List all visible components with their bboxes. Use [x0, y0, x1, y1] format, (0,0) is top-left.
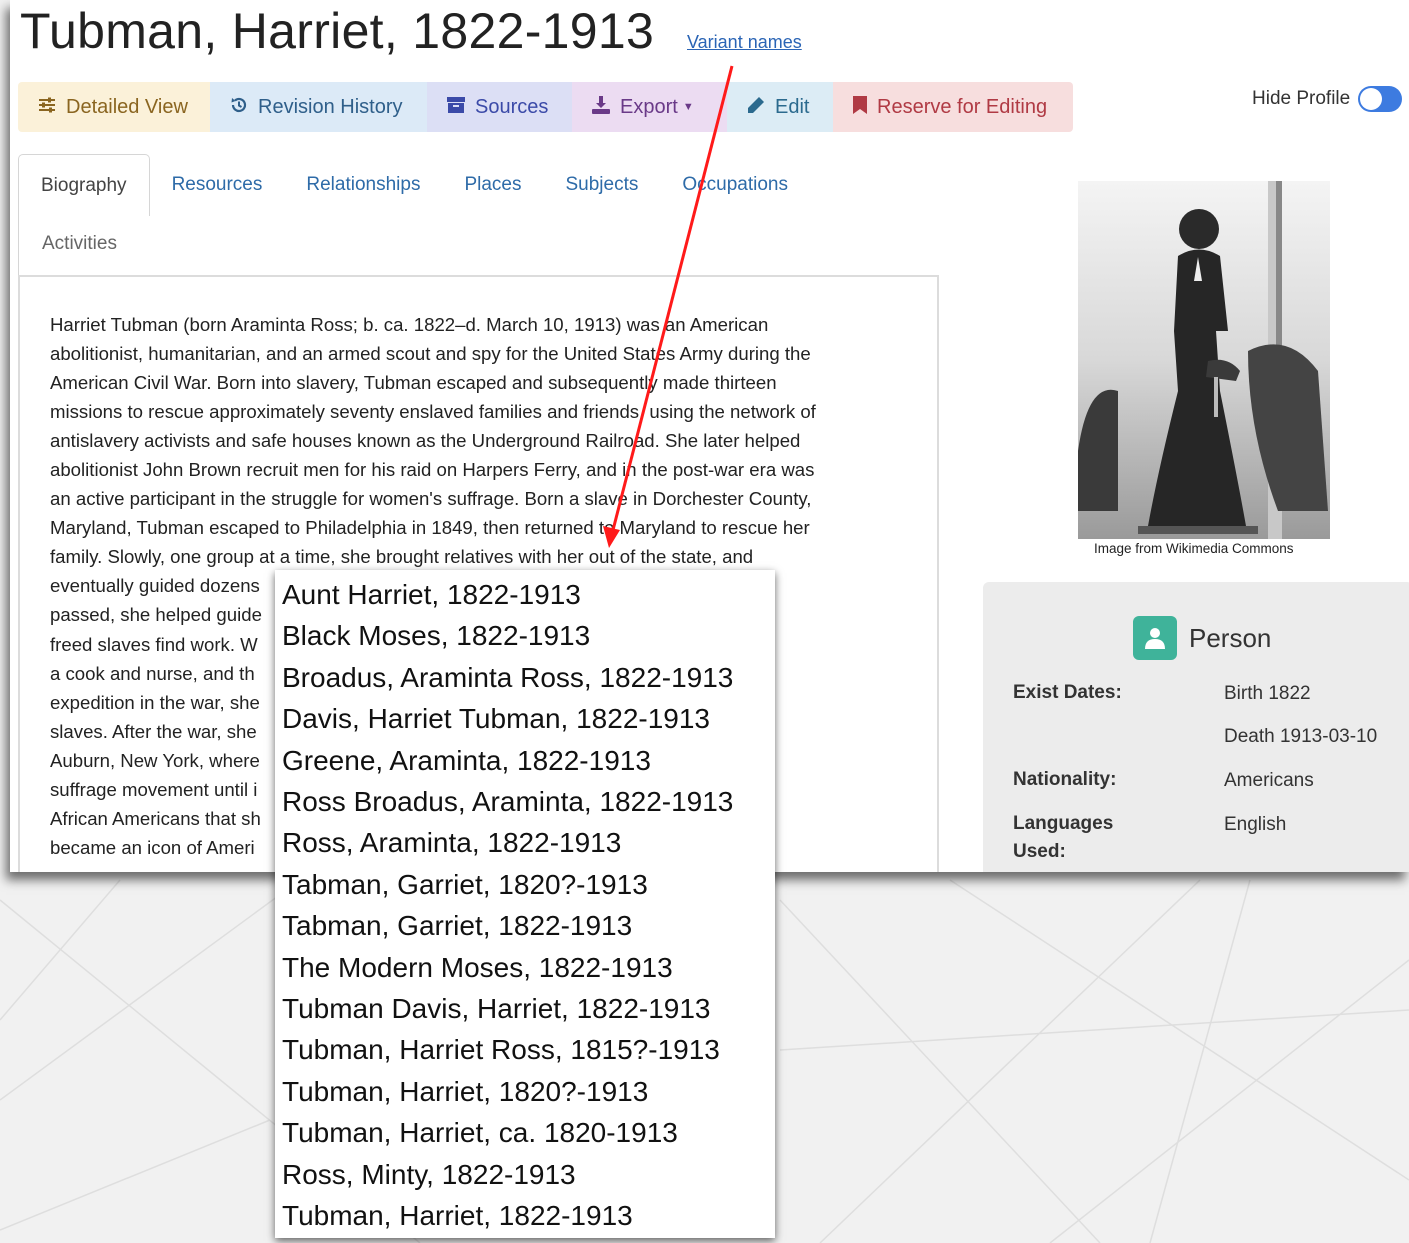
tab-places[interactable]: Places	[442, 154, 543, 216]
tab-biography[interactable]: Biography	[18, 154, 150, 216]
profile-tabs: Biography Resources Relationships Places…	[18, 154, 810, 216]
variant-name-item: Tubman Davis, Harriet, 1822-1913	[282, 993, 711, 1025]
pencil-icon	[747, 96, 765, 119]
languages-label-line2: Used:	[1013, 841, 1066, 862]
hide-profile-toggle[interactable]	[1358, 86, 1403, 112]
birth-date: Birth 1822	[1224, 683, 1311, 704]
languages-label-line1: Languages	[1013, 813, 1114, 834]
variant-name-item: Tubman, Harriet Ross, 1815?-1913	[282, 1034, 720, 1066]
variant-name-item: Tubman, Harriet, 1822-1913	[282, 1200, 633, 1232]
biography-line: abolitionist John Brown recruit men for …	[50, 459, 815, 481]
biography-line: Harriet Tubman (born Araminta Ross; b. c…	[50, 314, 769, 335]
variant-name-item: The Modern Moses, 1822-1913	[282, 951, 673, 983]
variant-name-item: Ross, Araminta, 1822-1913	[282, 827, 622, 859]
variant-name-item: Aunt Harriet, 1822-1913	[282, 579, 581, 610]
tab-resources[interactable]: Resources	[150, 154, 285, 216]
variant-names-popup: Aunt Harriet, 1822-1913 Black Moses, 1822…	[275, 570, 775, 1238]
variant-name-item: Davis, Harriet Tubman, 1822-1913	[282, 703, 710, 735]
variant-name-item: Ross Broadus, Araminta, 1822-1913	[282, 786, 734, 818]
biography-line: Maryland, Tubman escaped to Philadelphia…	[50, 517, 810, 539]
variant-name-item: Tabman, Garriet, 1820?-1913	[282, 868, 648, 900]
revision-history-label: Revision History	[258, 95, 403, 118]
variant-name-item: Greene, Araminta, 1822-1913	[282, 744, 651, 776]
portrait-caption: Image from Wikimedia Commons	[1094, 541, 1294, 556]
edit-label: Edit	[775, 95, 810, 118]
exist-dates-label: Exist Dates:	[1013, 682, 1122, 703]
variant-names-link[interactable]: Variant names	[687, 32, 802, 53]
caret-down-icon: ▼	[682, 101, 694, 113]
nationality-value: Americans	[1224, 770, 1314, 791]
tab-relationships[interactable]: Relationships	[284, 154, 442, 216]
revision-history-button[interactable]: Revision History	[210, 82, 427, 132]
biography-line: antislavery activists and safe houses kn…	[50, 430, 801, 452]
sliders-icon	[38, 97, 56, 118]
biography-line: family. Slowly, one group at a time, she…	[50, 546, 754, 568]
variant-name-item: Ross, Minty, 1822-1913	[282, 1158, 576, 1190]
person-label: Person	[1189, 622, 1272, 653]
hide-profile-control: Hide Profile	[1252, 86, 1403, 112]
detailed-view-button[interactable]: Detailed View	[18, 82, 210, 132]
history-icon	[230, 96, 248, 119]
page-title: Tubman, Harriet, 1822-1913	[20, 3, 655, 59]
person-heading: Person	[1133, 616, 1271, 660]
variant-names-list: Aunt Harriet, 1822-1913 Black Moses, 1822…	[275, 570, 775, 1237]
hide-profile-label: Hide Profile	[1252, 88, 1351, 109]
archive-icon	[447, 96, 465, 118]
biography-line: American Civil War. Born into slavery, T…	[50, 372, 777, 394]
detailed-view-label: Detailed View	[66, 95, 188, 118]
variant-name-item: Tabman, Garriet, 1822-1913	[282, 910, 633, 942]
export-label: Export	[620, 95, 678, 118]
tab-activities[interactable]: Activities	[42, 233, 117, 255]
tab-border	[18, 215, 19, 275]
variant-name-item: Broadus, Araminta Ross, 1822-1913	[282, 661, 734, 693]
user-icon	[1133, 616, 1177, 660]
person-info-card: Person Exist Dates: Birth 1822 Death 191…	[983, 582, 1409, 872]
biography-line: abolitionist, humanitarian, and an armed…	[50, 343, 811, 365]
language-value: English	[1224, 814, 1287, 835]
variant-name-item: Tubman, Harriet, ca. 1820-1913	[282, 1117, 678, 1149]
portrait-image	[1078, 181, 1330, 539]
tab-occupations[interactable]: Occupations	[660, 154, 810, 216]
nationality-label: Nationality:	[1013, 769, 1117, 790]
sources-button[interactable]: Sources	[427, 82, 572, 132]
tab-subjects[interactable]: Subjects	[544, 154, 661, 216]
toggle-knob	[1360, 88, 1383, 110]
action-toolbar: Detailed View Revision History Sources E…	[18, 82, 1073, 132]
biography-line: missions to rescue approximately seventy…	[50, 401, 816, 423]
death-date: Death 1913-03-10	[1224, 726, 1378, 747]
sources-label: Sources	[475, 95, 549, 118]
biography-line: an active participant in the struggle fo…	[50, 488, 812, 510]
export-dropdown-button[interactable]: Export ▼	[572, 82, 727, 132]
reserve-label: Reserve for Editing	[877, 95, 1048, 118]
edit-button[interactable]: Edit	[727, 82, 833, 132]
reserve-for-editing-button[interactable]: Reserve for Editing	[833, 82, 1073, 132]
download-icon	[592, 95, 610, 119]
variant-name-item: Black Moses, 1822-1913	[282, 620, 591, 652]
variant-name-item: Tubman, Harriet, 1820?-1913	[282, 1075, 649, 1107]
bookmark-icon	[853, 95, 867, 119]
